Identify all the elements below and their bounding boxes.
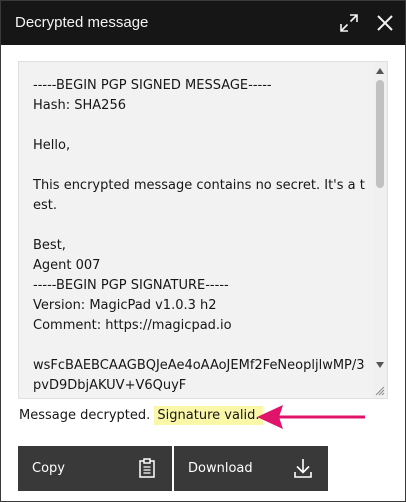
decrypted-message-dialog: Decrypted message -----BEGIN PGP SIGNED … — [0, 0, 406, 502]
scroll-thumb[interactable] — [376, 80, 384, 188]
decrypted-status: Message decrypted. — [19, 408, 151, 423]
close-button[interactable] — [367, 1, 403, 45]
download-label: Download — [188, 461, 253, 476]
triangle-up-icon — [376, 68, 384, 74]
scroll-up-button[interactable] — [373, 64, 387, 78]
copy-button[interactable]: Copy — [18, 446, 172, 491]
titlebar: Decrypted message — [1, 1, 405, 45]
action-bar: Copy Download — [18, 446, 328, 491]
download-icon — [294, 459, 312, 478]
maximize-button[interactable] — [331, 1, 367, 45]
copy-label: Copy — [32, 461, 65, 476]
status-line: Message decrypted. Signature valid. — [19, 406, 263, 426]
message-textarea[interactable]: -----BEGIN PGP SIGNED MESSAGE----- Hash:… — [18, 61, 388, 399]
vertical-scrollbar[interactable] — [373, 62, 387, 398]
pointer-arrow-icon — [257, 405, 365, 429]
maximize-icon — [340, 14, 358, 32]
close-icon — [377, 15, 393, 31]
resize-grip-icon[interactable] — [375, 386, 385, 396]
dialog-title: Decrypted message — [15, 14, 149, 31]
scroll-down-button[interactable] — [373, 358, 387, 372]
message-text[interactable]: -----BEGIN PGP SIGNED MESSAGE----- Hash:… — [33, 76, 369, 396]
download-button[interactable]: Download — [174, 446, 328, 491]
signature-valid-badge: Signature valid. — [154, 406, 263, 425]
clipboard-icon — [139, 458, 155, 478]
triangle-down-icon — [376, 362, 384, 368]
